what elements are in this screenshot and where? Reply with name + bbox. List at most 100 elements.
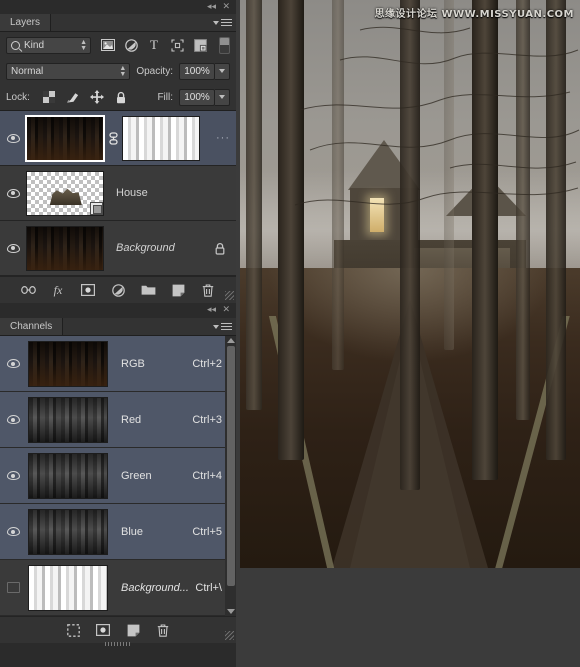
canvas-area[interactable]: 思缘设计论坛 WWW.MISSYUAN.COM — [236, 0, 580, 667]
channel-visibility-toggle[interactable] — [0, 582, 26, 593]
blend-opacity-row: Normal ▲▼ Opacity: 100% — [0, 58, 236, 84]
channel-thumbnail[interactable] — [28, 453, 108, 499]
layer-style-fx-icon[interactable]: fx — [51, 283, 66, 298]
channel-thumbnail[interactable] — [28, 341, 108, 387]
layer-mask-thumbnail[interactable] — [122, 116, 200, 161]
layer-filter-row: Kind ▲▼ T — [0, 32, 236, 58]
add-layer-mask-icon[interactable] — [81, 283, 96, 298]
collapse-panel-icon[interactable]: ◂◂ — [207, 2, 216, 11]
fill-input[interactable]: 100% — [179, 89, 215, 106]
load-channel-as-selection-icon[interactable] — [66, 623, 81, 638]
new-layer-icon[interactable] — [171, 283, 186, 298]
panel-drag-grip[interactable] — [105, 642, 131, 646]
close-panel-icon[interactable]: ✕ — [222, 2, 230, 11]
channel-name[interactable]: Red — [108, 414, 192, 426]
mask-link-icon[interactable] — [106, 132, 120, 145]
channel-thumbnail[interactable] — [28, 565, 108, 611]
tree-trunk — [546, 0, 566, 460]
eye-icon — [7, 189, 20, 198]
document-canvas[interactable]: 思缘设计论坛 WWW.MISSYUAN.COM — [240, 0, 580, 568]
hamburger-menu-icon — [221, 17, 232, 28]
table-row[interactable]: House — [0, 166, 236, 221]
tab-channels[interactable]: Channels — [0, 318, 63, 335]
adjustment-layer-filter-icon[interactable] — [124, 38, 138, 52]
layer-name[interactable]: House — [104, 187, 236, 199]
watermark-text: 思缘设计论坛 WWW.MISSYUAN.COM — [375, 5, 574, 20]
channel-name[interactable]: RGB — [108, 358, 192, 370]
channel-visibility-toggle[interactable] — [0, 471, 26, 480]
channel-name[interactable]: Blue — [108, 526, 192, 538]
layer-thumbnail[interactable] — [26, 171, 104, 216]
channel-thumbnail[interactable] — [28, 509, 108, 555]
hamburger-menu-icon — [221, 321, 232, 332]
layer-visibility-toggle[interactable] — [0, 134, 26, 143]
layer-visibility-toggle[interactable] — [0, 244, 26, 253]
table-row[interactable]: Red Ctrl+3 — [0, 392, 236, 448]
chevron-updown-icon: ▲▼ — [119, 66, 126, 78]
opacity-dropdown-arrow[interactable] — [215, 63, 230, 80]
new-channel-icon[interactable] — [126, 623, 141, 638]
channel-visibility-toggle[interactable] — [0, 359, 26, 368]
collapse-panel-icon[interactable]: ◂◂ — [207, 305, 216, 314]
filter-kind-select[interactable]: Kind ▲▼ — [6, 37, 91, 54]
lock-buttons — [42, 90, 128, 104]
filter-type-icons: T — [101, 37, 230, 54]
new-group-icon[interactable] — [141, 283, 156, 298]
save-selection-as-channel-icon[interactable] — [96, 623, 111, 638]
channels-panel-menu-button[interactable] — [213, 321, 232, 332]
channels-scrollbar[interactable] — [225, 336, 236, 616]
scrollbar-thumb[interactable] — [227, 346, 235, 586]
close-panel-icon[interactable]: ✕ — [222, 305, 230, 314]
tree-trunk — [332, 0, 344, 370]
table-row[interactable]: Blue Ctrl+5 — [0, 504, 236, 560]
opacity-input[interactable]: 100% — [179, 63, 215, 80]
fill-dropdown-arrow[interactable] — [215, 89, 230, 106]
shape-layer-filter-icon[interactable] — [170, 38, 184, 52]
eye-icon — [7, 134, 20, 143]
channel-thumbnail[interactable] — [28, 397, 108, 443]
eye-icon — [7, 471, 20, 480]
lock-label: Lock: — [6, 92, 30, 103]
lock-position-icon[interactable] — [90, 90, 104, 104]
delete-layer-icon[interactable] — [201, 283, 216, 298]
layers-panel-menu-button[interactable] — [213, 17, 232, 28]
layer-visibility-toggle[interactable] — [0, 189, 26, 198]
layer-thumbnail[interactable] — [26, 116, 104, 161]
table-row[interactable]: Background... Ctrl+\ — [0, 560, 236, 616]
channel-visibility-toggle[interactable] — [0, 415, 26, 424]
new-adjustment-layer-icon[interactable] — [111, 283, 126, 298]
rgb-channel-thumbnail-image — [29, 342, 107, 386]
panel-resize-handle[interactable] — [225, 631, 234, 640]
lock-transparent-pixels-icon[interactable] — [42, 90, 56, 104]
chevron-updown-icon: ▲▼ — [80, 40, 87, 52]
blend-mode-select[interactable]: Normal ▲▼ — [6, 63, 130, 80]
layers-panel-footer: fx — [0, 276, 236, 303]
blue-channel-thumbnail-image — [29, 510, 107, 554]
scroll-down-arrow-icon[interactable] — [227, 609, 235, 614]
link-layers-icon[interactable] — [21, 283, 36, 298]
smart-object-filter-icon[interactable] — [193, 38, 207, 52]
delete-channel-icon[interactable] — [156, 623, 171, 638]
panel-resize-handle[interactable] — [225, 291, 234, 300]
channels-tabrow: Channels — [0, 318, 236, 336]
background-thumbnail-image — [27, 227, 103, 270]
table-row[interactable]: ··· — [0, 111, 236, 166]
table-row[interactable]: RGB Ctrl+2 — [0, 336, 236, 392]
filter-enable-toggle[interactable] — [219, 37, 230, 54]
layer-thumbnail[interactable] — [26, 226, 104, 271]
channel-visibility-toggle[interactable] — [0, 527, 26, 536]
channel-name[interactable]: Background... — [108, 582, 195, 594]
tabrow-filler — [63, 318, 236, 335]
tab-layers[interactable]: Layers — [0, 14, 51, 31]
type-layer-filter-icon[interactable]: T — [147, 38, 161, 52]
lock-image-pixels-icon[interactable] — [66, 90, 80, 104]
channel-name[interactable]: Green — [108, 470, 192, 482]
red-channel-thumbnail-image — [29, 398, 107, 442]
layer-list: ··· House — [0, 110, 236, 276]
table-row[interactable]: Green Ctrl+4 — [0, 448, 236, 504]
pixel-layer-filter-icon[interactable] — [101, 38, 115, 52]
layer-name[interactable]: Background — [104, 242, 214, 254]
scroll-up-arrow-icon[interactable] — [227, 338, 235, 343]
lock-all-icon[interactable] — [114, 90, 128, 104]
table-row[interactable]: Background — [0, 221, 236, 276]
